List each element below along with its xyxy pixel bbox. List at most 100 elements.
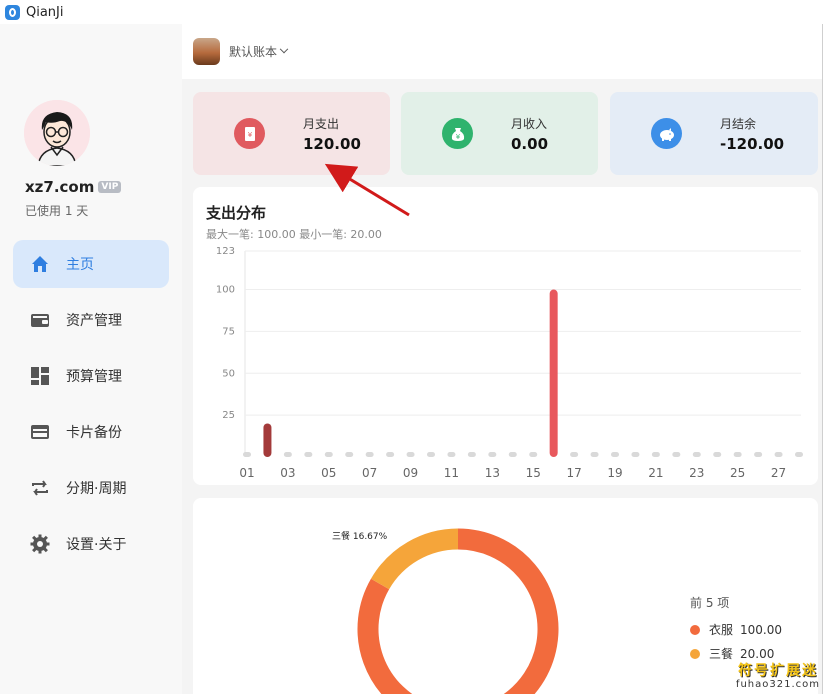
x-tick-label: 03 [280,466,295,480]
sidebar: xz7.com VIP 已使用 1 天 主页 资产管理 预算管理 卡片备份 分期… [0,24,182,694]
sidebar-item-label: 资产管理 [66,313,122,329]
legend-name: 衣服 [709,622,733,637]
daily-expense-bar-chart[interactable]: 123 100 75 50 25 01 03 05 07 09 11 13 15 17 19 21 23 25 27 [193,187,818,485]
svg-text:¥: ¥ [247,131,252,139]
sidebar-item-label: 设置·关于 [66,537,127,553]
chevron-down-icon[interactable] [279,44,289,53]
bar [795,452,803,457]
bar [243,452,251,457]
card-label: 月支出 [303,116,340,131]
legend-value: 20.00 [740,647,774,661]
top-bar: 默认账本 [182,24,822,79]
bar [774,452,783,457]
repeat-icon [30,478,50,498]
app-title: QianJi [26,4,64,20]
vip-badge: VIP [98,181,122,193]
avatar[interactable] [24,100,90,166]
legend-value: 100.00 [740,623,782,637]
card-label: 月结余 [720,116,757,131]
slice-label: 三餐 16.67% [332,530,388,542]
bar [283,452,292,457]
bar [345,452,354,457]
receipt-icon: ¥ [234,118,265,149]
x-tick-label: 23 [689,466,704,480]
monthly-balance-card[interactable]: 月结余 -120.00 [610,92,818,175]
bar [304,452,313,457]
legend-name: 三餐 [709,646,733,661]
username-text: xz7.com [25,178,95,196]
bar [672,452,681,457]
home-icon [30,254,50,274]
bar [651,452,660,457]
gear-icon [30,534,50,554]
dashboard-icon [30,366,50,386]
book-selector[interactable]: 默认账本 [229,43,277,60]
y-tick-label: 100 [216,285,235,296]
wallet-icon [30,310,50,330]
bar [631,452,640,457]
card-value: 120.00 [303,134,361,153]
y-tick-label: 123 [216,246,235,257]
x-tick-label: 15 [526,466,541,480]
sidebar-item-label: 卡片备份 [66,425,122,441]
bar [611,452,619,457]
bar [590,452,599,457]
money-bag-icon: ¥ [442,118,473,149]
bar [549,289,558,457]
username: xz7.com VIP [25,178,122,196]
bar [406,452,415,457]
expense-distribution-panel: 支出分布 最大一笔: 100.00 最小一笔: 20.00 123 100 75 50… [193,187,818,485]
x-tick-label: 07 [362,466,377,480]
bar [529,452,538,457]
sidebar-item-card-backup[interactable]: 卡片备份 [13,408,169,456]
bar [570,452,579,457]
sidebar-item-home[interactable]: 主页 [13,240,169,288]
sidebar-item-recurring[interactable]: 分期·周期 [13,464,169,512]
category-donut-chart[interactable]: 三餐 16.67% 前 5 项衣服 100.00 三餐 20.00 [193,498,818,694]
sidebar-item-assets[interactable]: 资产管理 [13,296,169,344]
bar [386,452,395,457]
bar [263,423,272,457]
y-tick-label: 25 [222,410,235,421]
card-value: -120.00 [720,134,785,153]
y-tick-label: 75 [222,326,235,337]
sidebar-item-budget[interactable]: 预算管理 [13,352,169,400]
sidebar-item-settings[interactable]: 设置·关于 [13,520,169,568]
legend-marker [690,649,700,659]
sidebar-item-label: 预算管理 [66,369,122,385]
bar [508,452,517,457]
book-cover-thumbnail[interactable] [193,38,220,65]
watermark: 符号扩展迷 fuhao321.com [736,664,820,690]
svg-text:¥: ¥ [455,133,460,141]
bar [754,452,763,457]
x-tick-label: 21 [648,466,663,480]
category-pie-panel: 三餐 16.67% 前 5 项衣服 100.00 三餐 20.00 [193,498,818,694]
x-tick-label: 11 [444,466,459,480]
x-tick-label: 19 [607,466,622,480]
x-tick-label: 17 [566,466,581,480]
watermark-line-2: fuhao321.com [735,679,820,690]
monthly-expense-card[interactable]: ¥ 月支出 120.00 [193,92,390,175]
usage-days: 已使用 1 天 [25,204,89,218]
bar [467,452,476,457]
card-value: 0.00 [511,134,549,153]
x-tick-label: 27 [771,466,786,480]
bar [365,452,374,457]
card-icon [30,422,50,442]
x-tick-label: 01 [239,466,254,480]
bar [713,452,722,457]
watermark-line-1: 符号扩展迷 [737,663,818,679]
y-tick-label: 50 [222,368,235,379]
bar [488,452,497,457]
donut-slice [370,528,459,590]
sidebar-item-label: 主页 [66,257,94,273]
bar [447,452,456,457]
x-tick-label: 09 [403,466,418,480]
x-tick-label: 05 [321,466,336,480]
sidebar-item-label: 分期·周期 [66,481,127,497]
title-bar: QianJi [0,0,823,24]
piggy-bank-icon [651,118,682,149]
legend-title: 前 5 项 [690,595,729,610]
card-label: 月收入 [511,116,548,131]
monthly-income-card[interactable]: ¥ 月收入 0.00 [401,92,598,175]
